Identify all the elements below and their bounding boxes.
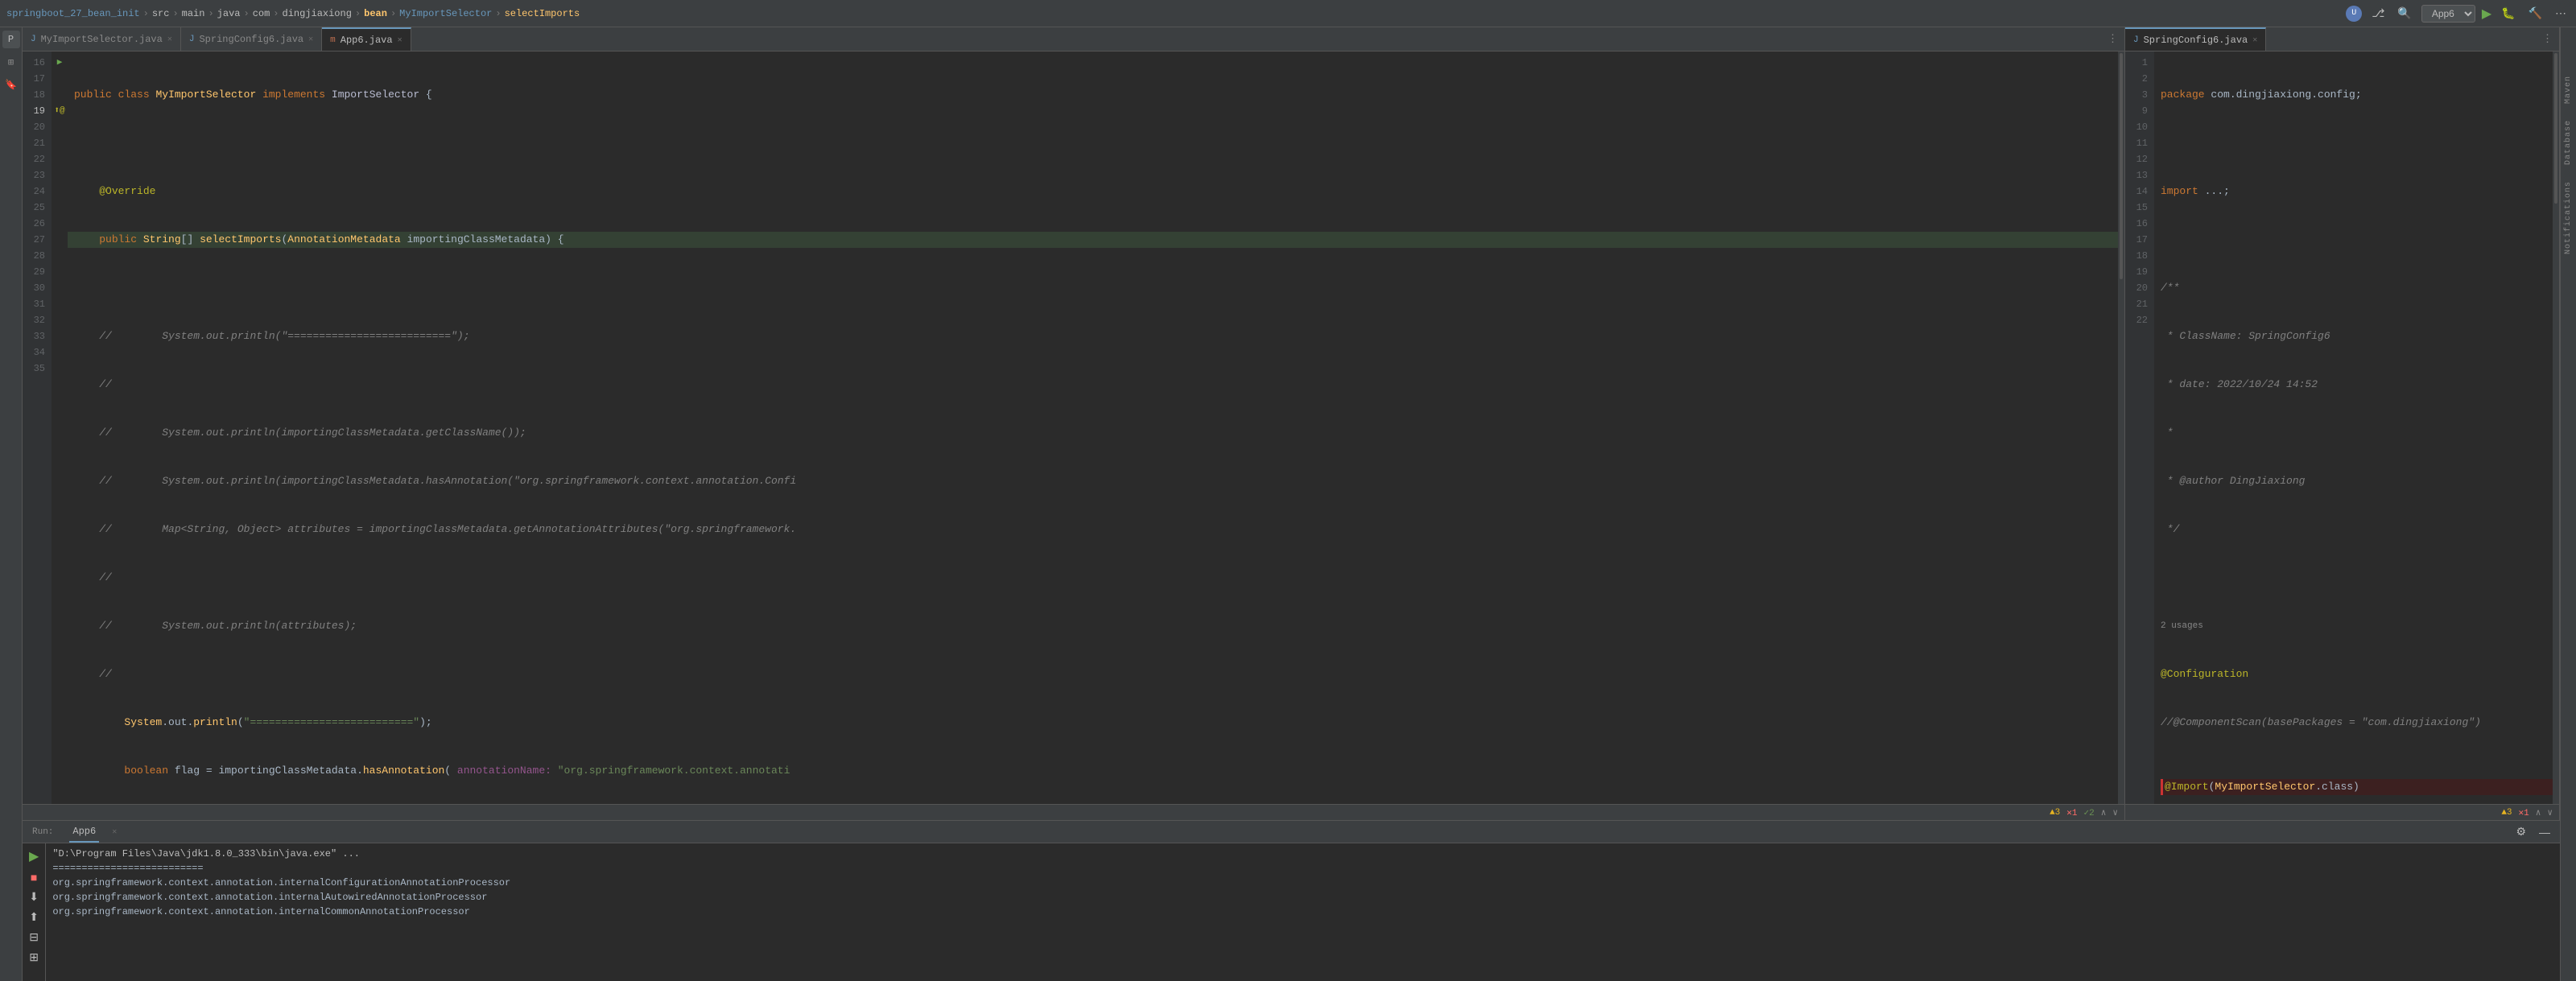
breadcrumb: springboot_27_bean_init › src › main › j… bbox=[6, 8, 2346, 19]
bottom-tab-run-label: Run: bbox=[29, 821, 56, 843]
tab-label-myimport: MyImportSelector.java bbox=[41, 34, 163, 45]
bottom-toolbar: ▶ ■ ⬇ ⬆ ⊟ ⊞ bbox=[23, 843, 46, 981]
bottom-panel: Run: App6 ✕ ⚙ — ▶ ■ ⬇ ⬆ ⊟ ⊞ bbox=[23, 820, 2560, 981]
tab-label-app6: App6.java bbox=[341, 35, 393, 46]
sidebar-icon-bookmark[interactable]: 🔖 bbox=[2, 76, 20, 93]
right-code-pane: J SpringConfig6.java ✕ ⋮ 1 2 3 9 10 bbox=[2125, 27, 2560, 820]
run-output-line1: ========================== bbox=[52, 861, 2553, 876]
tab-app6[interactable]: m App6.java ✕ bbox=[322, 27, 411, 51]
tab-menu-right[interactable]: ⋮ bbox=[2536, 33, 2559, 45]
editors-split: J MyImportSelector.java ✕ J SpringConfig… bbox=[23, 27, 2560, 820]
breadcrumb-pkg: dingjiaxiong bbox=[283, 8, 352, 19]
breadcrumb-com: com bbox=[253, 8, 270, 19]
sidebar-icon-project[interactable]: P bbox=[2, 31, 20, 48]
left-tab-bar: J MyImportSelector.java ✕ J SpringConfig… bbox=[23, 27, 2124, 52]
left-warnings-bar: ▲3 ✕1 ✓2 ∧ ∨ bbox=[23, 804, 2124, 820]
left-editor-content[interactable]: 16 17 18 19 20 21 22 23 24 25 26 27 28 2… bbox=[23, 52, 2124, 804]
breadcrumb-project[interactable]: springboot_27_bean_init bbox=[6, 8, 140, 19]
more-button[interactable]: ⋯ bbox=[2552, 5, 2570, 22]
fold-btn[interactable]: ⊟ bbox=[26, 929, 42, 946]
tab-springconfig[interactable]: J SpringConfig6.java ✕ bbox=[181, 27, 322, 51]
run-output-line2: org.springframework.context.annotation.i… bbox=[52, 876, 2553, 890]
nav-down-left[interactable]: ∨ bbox=[2112, 807, 2118, 818]
bottom-tab-app6-close[interactable]: ✕ bbox=[112, 827, 117, 837]
run-output-line3: org.springframework.context.annotation.i… bbox=[52, 890, 2553, 905]
bottom-tab-bar: Run: App6 ✕ ⚙ — bbox=[23, 821, 2560, 843]
left-gutter: ▶ ⬆@ bbox=[52, 52, 68, 804]
tab-close-springconfig[interactable]: ✕ bbox=[308, 35, 313, 44]
tab-close-myimport[interactable]: ✕ bbox=[167, 35, 172, 44]
build-button[interactable]: 🔨 bbox=[2525, 5, 2545, 22]
tab-springconfig6-right[interactable]: J SpringConfig6.java ✕ bbox=[2125, 27, 2266, 51]
bottom-tab-app6[interactable]: App6 bbox=[69, 821, 99, 843]
stop-btn[interactable]: ■ bbox=[26, 869, 42, 885]
breadcrumb-cls[interactable]: MyImportSelector bbox=[399, 8, 492, 19]
breadcrumb-bean: bean bbox=[364, 8, 387, 19]
warn-count-left: ▲3 bbox=[2050, 808, 2060, 818]
tab-myimportselector[interactable]: J MyImportSelector.java ✕ bbox=[23, 27, 181, 51]
tab-icon-springconfig: J bbox=[189, 35, 195, 44]
run-path: "D:\Program Files\Java\jdk1.8.0_333\bin\… bbox=[52, 847, 2553, 861]
right-code-content[interactable]: package com.dingjiaxiong.config; import … bbox=[2154, 52, 2553, 804]
tab-close-springconfig6[interactable]: ✕ bbox=[2252, 35, 2257, 45]
main-layout: P ⊞ 🔖 J MyImportSelector.java ✕ J Spring… bbox=[0, 27, 2576, 981]
top-bar-right: U ⎇ 🔍 App6 ▶ 🐛 🔨 ⋯ bbox=[2346, 5, 2570, 23]
scroll-start-btn[interactable]: ⬆ bbox=[26, 909, 42, 925]
wrap-btn[interactable]: ⊞ bbox=[26, 949, 42, 966]
tab-menu-left[interactable]: ⋮ bbox=[2101, 33, 2124, 45]
tab-icon-springconfig6: J bbox=[2133, 35, 2139, 45]
right-editor-content[interactable]: 1 2 3 9 10 11 12 13 14 15 16 17 18 bbox=[2125, 52, 2559, 804]
breadcrumb-java: java bbox=[217, 8, 241, 19]
warn-count-right: ▲3 bbox=[2501, 808, 2512, 818]
tab-icon-myimport: J bbox=[31, 35, 36, 44]
nav-down-right[interactable]: ∨ bbox=[2547, 807, 2553, 818]
search-everywhere-button[interactable]: 🔍 bbox=[2394, 5, 2414, 22]
ok-count-left: ✓2 bbox=[2084, 807, 2095, 818]
run-button[interactable]: ▶ bbox=[2482, 6, 2491, 22]
left-code-content[interactable]: public class MyImportSelector implements… bbox=[68, 52, 2118, 804]
sidebar-label-database[interactable]: Database bbox=[2564, 120, 2573, 165]
bottom-settings-btn[interactable]: ⚙ bbox=[2512, 823, 2529, 840]
left-scrollbar[interactable] bbox=[2118, 52, 2124, 804]
err-count-right: ✕1 bbox=[2519, 807, 2529, 818]
editor-area: J MyImportSelector.java ✕ J SpringConfig… bbox=[23, 27, 2560, 981]
breadcrumb-src: src bbox=[152, 8, 170, 19]
tab-icon-app6: m bbox=[330, 35, 336, 45]
debug-button[interactable]: 🐛 bbox=[2498, 5, 2518, 22]
left-line-numbers: 16 17 18 19 20 21 22 23 24 25 26 27 28 2… bbox=[23, 52, 52, 804]
right-warnings-bar: ▲3 ✕1 ∧ ∨ bbox=[2125, 804, 2559, 820]
tab-label-springconfig: SpringConfig6.java bbox=[199, 34, 303, 45]
nav-up-left[interactable]: ∧ bbox=[2101, 807, 2107, 818]
right-scrollbar[interactable] bbox=[2553, 52, 2559, 804]
bottom-tab-right: ⚙ — bbox=[2512, 823, 2553, 840]
scroll-end-btn[interactable]: ⬇ bbox=[26, 888, 42, 905]
tab-close-app6[interactable]: ✕ bbox=[398, 35, 402, 45]
tab-label-springconfig6: SpringConfig6.java bbox=[2144, 35, 2248, 46]
run-output-line4: org.springframework.context.annotation.i… bbox=[52, 905, 2553, 919]
nav-up-right[interactable]: ∧ bbox=[2536, 807, 2541, 818]
sidebar-label-notifications[interactable]: Notifications bbox=[2564, 181, 2573, 254]
breadcrumb-main: main bbox=[182, 8, 205, 19]
right-line-numbers: 1 2 3 9 10 11 12 13 14 15 16 17 18 bbox=[2125, 52, 2154, 804]
run-again-btn[interactable]: ▶ bbox=[26, 847, 42, 866]
bottom-tab-app6-label: App6 bbox=[72, 826, 96, 837]
left-code-pane: J MyImportSelector.java ✕ J SpringConfig… bbox=[23, 27, 2125, 820]
sidebar-label-maven[interactable]: Maven bbox=[2564, 76, 2573, 104]
vcs-button[interactable]: ⎇ bbox=[2368, 5, 2388, 22]
run-config-dropdown[interactable]: App6 bbox=[2421, 5, 2475, 23]
bottom-content: "D:\Program Files\Java\jdk1.8.0_333\bin\… bbox=[46, 843, 2560, 981]
breadcrumb-method: selectImports bbox=[505, 8, 580, 19]
bottom-minimize-btn[interactable]: — bbox=[2536, 824, 2553, 840]
err-count-left: ✕1 bbox=[2066, 807, 2077, 818]
bottom-main: ▶ ■ ⬇ ⬆ ⊟ ⊞ "D:\Program Files\Java\jdk1.… bbox=[23, 843, 2560, 981]
sidebar-icon-structure[interactable]: ⊞ bbox=[2, 53, 20, 71]
left-sidebar: P ⊞ 🔖 bbox=[0, 27, 23, 981]
right-sidebar: Maven Database Notifications bbox=[2560, 27, 2576, 981]
top-bar: springboot_27_bean_init › src › main › j… bbox=[0, 0, 2576, 27]
right-tab-bar: J SpringConfig6.java ✕ ⋮ bbox=[2125, 27, 2559, 52]
avatar-icon[interactable]: U bbox=[2346, 6, 2362, 22]
